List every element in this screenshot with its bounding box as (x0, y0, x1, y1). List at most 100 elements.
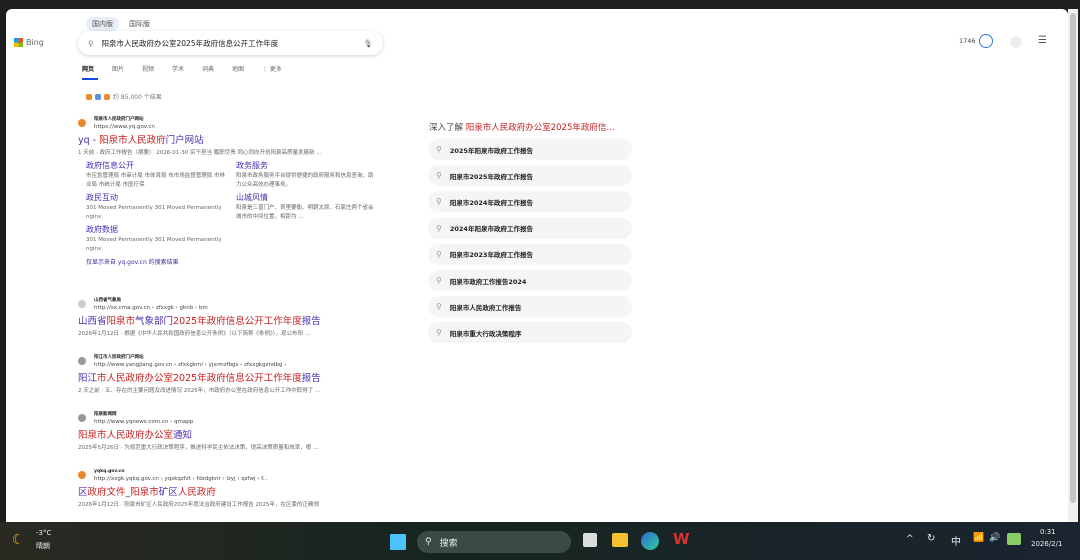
related-search-item[interactable]: ⚲ 2024年阳泉市政府工作报告 (428, 217, 632, 239)
tab-2[interactable]: 视频 (142, 64, 172, 80)
tab-3[interactable]: 学术 (172, 64, 202, 80)
clock-date[interactable]: 2026/2/1 (1031, 540, 1062, 548)
related-search-label: 阳泉市2023年政府工作报告 (449, 251, 533, 260)
sitelink-title[interactable]: 山城风情 (236, 192, 386, 204)
badge-icon (95, 93, 101, 100)
title-segment: 2025年政府信息公开工作年度 (173, 316, 302, 327)
market-intl-tab[interactable]: 国际版 (123, 17, 156, 31)
file-explorer-icon[interactable] (612, 533, 628, 547)
title-segment: 人民政府 (177, 487, 216, 498)
only-from-site-link[interactable]: 仅显示来自 yq.gov.cn 的搜索结果 (86, 257, 378, 266)
site-favicon-icon (78, 471, 86, 479)
related-search-item[interactable]: ⚲ 2025年阳泉市政府工作报告 (428, 139, 632, 160)
related-search-label: 2024年阳泉市政府工作报告 (449, 225, 533, 234)
result-url[interactable]: http://sx.cma.gov.cn › zfxxgk › gknb › b… (94, 304, 378, 313)
related-query: 阳泉市人民政府办公室2025年政府信... (465, 123, 615, 133)
sitelink-desc: 301 Moved Permanently 301 Moved Permanen… (86, 237, 222, 252)
temperature[interactable]: -3°C (36, 529, 51, 537)
result-url[interactable]: https://www.yq.gov.cn (94, 123, 378, 132)
windows-start-icon[interactable] (390, 534, 406, 550)
wifi-icon[interactable]: 📶 (973, 533, 984, 543)
weather-text[interactable]: 晴朗 (36, 541, 50, 551)
microphone-icon[interactable]: 🎙 (363, 39, 373, 48)
tab-6[interactable]: ⋮ 更多 (262, 64, 292, 80)
task-view-icon[interactable] (583, 533, 597, 547)
sitelink-title[interactable]: 政府数据 (86, 224, 236, 236)
brand-name: Bing (26, 38, 44, 47)
title-segment: 矿区 (158, 487, 178, 498)
scrollbar-thumb[interactable] (1070, 13, 1076, 503)
tab-5[interactable]: 地图 (232, 64, 262, 80)
sitelink: 政府信息公开 市应急管理局 市审计局 市体育局 市市场监督管理局 市林业局 市统计… (86, 160, 236, 190)
menu-icon[interactable]: ☰ (1038, 35, 1047, 46)
edge-browser-icon[interactable] (641, 532, 659, 550)
result-url[interactable]: http://xxgk.yqkq.gov.cn › yqskqzfzt › fd… (94, 475, 378, 484)
search-box[interactable]: ⚲ 阳泉市人民政府办公室2025年政府信息公开工作年度 🎙 (78, 31, 383, 55)
result-title-link[interactable]: yq - 阳泉市人民政府门户网站 (78, 134, 378, 148)
badge-icon (104, 93, 110, 100)
taskbar-search-label: 搜索 (439, 538, 458, 549)
search-icon: ⚲ (436, 328, 442, 338)
wps-office-icon[interactable]: W (673, 530, 690, 548)
related-heading: 深入了解 阳泉市人民政府办公室2025年政府信... (429, 121, 614, 133)
search-result: 阳江市人民政府门户网站 http://www.yangjiang.gov.cn … (78, 355, 378, 396)
search-icon: ⚲ (425, 537, 432, 547)
search-icon: ⚲ (88, 38, 94, 48)
title-segment: 市人民政府办公室2025年政府信息公开工作年度 (97, 373, 302, 384)
title-segment: 阳泉市 (106, 316, 136, 327)
result-title-link[interactable]: 山西省阳泉市气象部门2025年政府信息公开工作年度报告 (78, 315, 378, 329)
taskbar-search[interactable]: ⚲ 搜索 (417, 531, 571, 553)
result-snippet: 1 天前 · 政府工作报告（摘要） 2026-01-30 实干担当 履职尽责 同… (78, 150, 322, 156)
related-search-item[interactable]: ⚲ 阳泉市政府工作报告2024 (428, 270, 632, 291)
title-segment: 政府文件 (87, 487, 126, 498)
microsoft-logo-icon (14, 38, 23, 47)
related-search-item[interactable]: ⚲ 阳泉市2023年政府工作报告 (428, 243, 632, 265)
ime-indicator[interactable]: 中 (951, 533, 961, 548)
result-url[interactable]: http://www.yqnews.com.cn › qmapp (94, 418, 378, 427)
sitelink-title[interactable]: 政务服务 (236, 160, 386, 172)
clock-time[interactable]: 0:31 (1040, 528, 1056, 536)
title-segment: 报告 (301, 316, 321, 327)
tab-1[interactable]: 图片 (112, 64, 142, 80)
search-result: yqkq.gov.cn http://xxgk.yqkq.gov.cn › yq… (78, 469, 378, 510)
search-result: 阳泉新闻网 http://www.yqnews.com.cn › qmapp 阳… (78, 412, 378, 453)
result-title-link[interactable]: 阳泉市人民政府办公室通知 (78, 429, 378, 443)
market-cn-tab[interactable]: 国内版 (86, 17, 119, 31)
tab-0[interactable]: 网页 (82, 64, 98, 80)
search-icon: ⚲ (436, 302, 442, 312)
sitelink-title[interactable]: 政民互动 (86, 192, 236, 204)
battery-icon[interactable] (1007, 533, 1021, 545)
result-url[interactable]: http://www.yangjiang.gov.cn › zfxxgkml ›… (94, 361, 378, 370)
volume-icon[interactable]: 🔊 (989, 533, 1000, 543)
avatar[interactable] (1010, 36, 1022, 48)
search-icon: ⚲ (436, 197, 442, 207)
site-favicon-icon (78, 357, 86, 365)
related-search-label: 阳泉市2024年政府工作报告 (449, 198, 533, 207)
title-segment: 气象部门 (135, 316, 174, 327)
sitelink-title[interactable]: 政府信息公开 (86, 160, 236, 172)
title-segment: 区 (78, 487, 88, 498)
chevron-up-icon[interactable]: ^ (906, 534, 914, 544)
sync-icon[interactable]: ↻ (927, 533, 935, 544)
rewards-points[interactable]: 1746 (959, 37, 976, 45)
related-search-item[interactable]: ⚲ 阳泉市人民政府工作报告 (428, 296, 632, 318)
bing-logo[interactable]: Bing (14, 38, 44, 47)
related-search-item[interactable]: ⚲ 阳泉市重大行政决策程序 (428, 322, 632, 344)
related-search-item[interactable]: ⚲ 阳泉市2025年政府工作报告 (428, 165, 632, 187)
scrollbar[interactable] (1068, 9, 1078, 522)
result-snippet: 2026年1月12日 · 阳泉市矿区人民政府2025年度法治政府建设工作报告 2… (78, 502, 319, 508)
search-icon: ⚲ (436, 171, 442, 181)
search-input[interactable]: 阳泉市人民政府办公室2025年政府信息公开工作年度 (102, 38, 364, 49)
result-title-link[interactable]: 区政府文件_阳泉市矿区人民政府 (78, 486, 378, 500)
site-favicon-icon (78, 414, 86, 422)
moon-weather-icon: ☾ (12, 532, 25, 548)
title-segment: 阳泉市人民政府 (99, 135, 166, 146)
related-search-item[interactable]: ⚲ 阳泉市2024年政府工作报告 (428, 191, 632, 213)
sitelink-desc: 阳泉市政务服务平台提供便捷的政府服务和信息查询，助力公众高效办理事务。 (236, 173, 374, 188)
tab-4[interactable]: 词典 (202, 64, 232, 80)
title-segment: 报告 (301, 373, 321, 384)
rewards-icon[interactable] (979, 34, 993, 48)
browser-page: 国内版 国际版 Bing ⚲ 阳泉市人民政府办公室2025年政府信息公开工作年度… (6, 9, 1068, 522)
related-search-label: 2025年阳泉市政府工作报告 (449, 146, 533, 155)
result-title-link[interactable]: 阳江市人民政府办公室2025年政府信息公开工作年度报告 (78, 372, 378, 386)
